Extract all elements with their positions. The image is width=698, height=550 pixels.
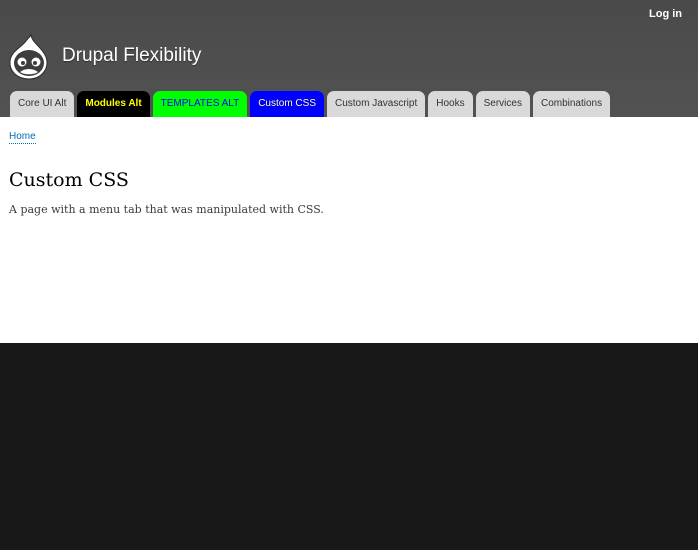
main-menu-tabs: Core UI Alt Modules Alt TEMPLATES ALT Cu… [10,91,611,117]
tab-modules-alt[interactable]: Modules Alt [77,91,150,117]
breadcrumb-home-link[interactable]: Home [9,131,36,144]
login-link[interactable]: Log in [649,8,682,20]
site-name[interactable]: Drupal Flexibility [62,45,201,67]
tab-core-ui-alt[interactable]: Core UI Alt [10,91,75,117]
drupal-drop-icon[interactable] [8,33,50,81]
site-header: Log in Drupal Flexibility Core UI Alt Mo… [0,0,698,117]
tab-custom-css[interactable]: Custom CSS [250,91,324,117]
tab-services[interactable]: Services [475,91,530,117]
page-title: Custom CSS [9,169,129,191]
tab-custom-javascript[interactable]: Custom Javascript [327,91,426,117]
tab-hooks[interactable]: Hooks [428,91,473,117]
page-body-text: A page with a menu tab that was manipula… [9,203,324,216]
main-content: Home Custom CSS A page with a menu tab t… [0,117,698,343]
tab-templates-alt[interactable]: TEMPLATES ALT [152,91,248,117]
page-footer [0,343,698,550]
tab-combinations[interactable]: Combinations [532,91,611,117]
